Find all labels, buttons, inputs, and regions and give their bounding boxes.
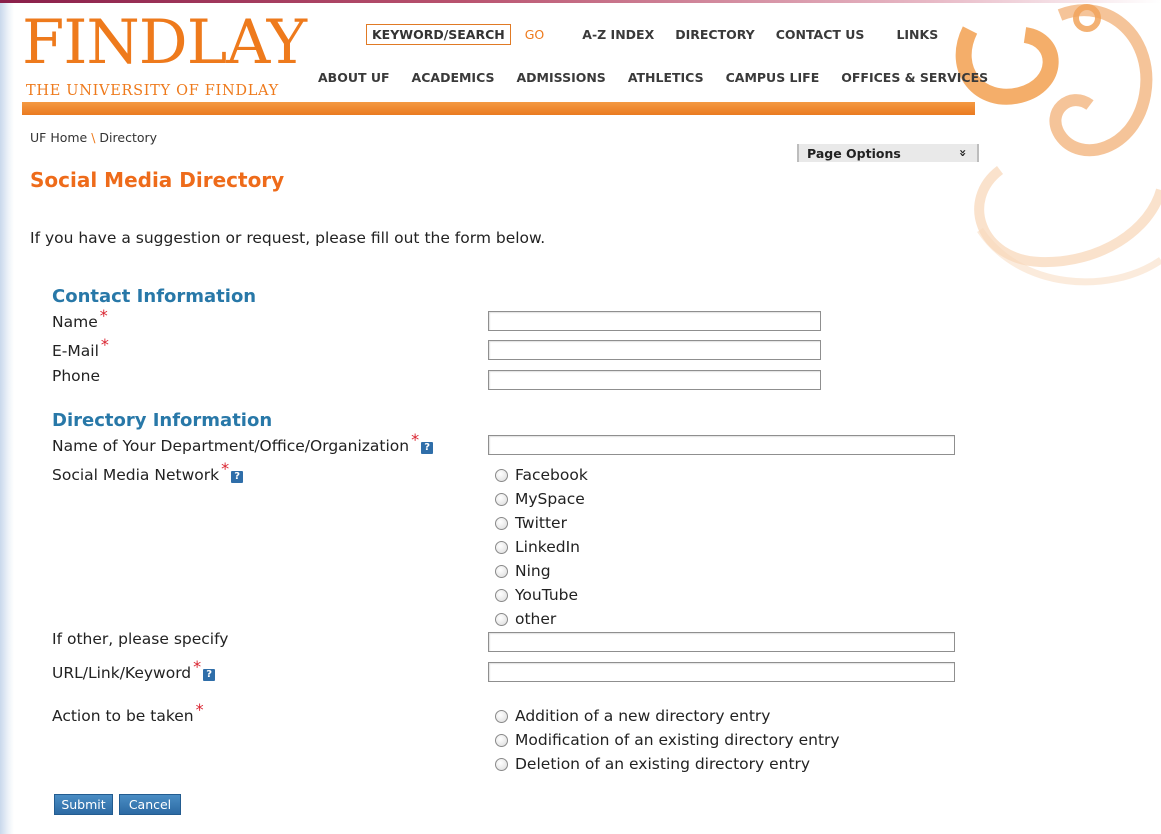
department-label: Name of Your Department/Office/Organizat… bbox=[52, 430, 434, 455]
radio-button[interactable] bbox=[495, 540, 508, 554]
radio-button[interactable] bbox=[495, 612, 508, 626]
radio-button[interactable] bbox=[495, 492, 508, 506]
required-marker: * bbox=[100, 335, 109, 354]
network-option-other[interactable]: other bbox=[495, 610, 556, 628]
action-label: Action to be taken * bbox=[52, 700, 204, 725]
radio-button[interactable] bbox=[495, 733, 508, 747]
logo-subtitle: THE UNIVERSITY OF FINDLAY bbox=[26, 83, 279, 99]
radio-button[interactable] bbox=[495, 709, 508, 723]
action-option-modification[interactable]: Modification of an existing directory en… bbox=[495, 731, 840, 749]
breadcrumb-separator: \ bbox=[91, 130, 96, 145]
radio-label: MySpace bbox=[515, 490, 585, 508]
radio-label: Addition of a new directory entry bbox=[515, 707, 771, 725]
chevron-down-icon: » bbox=[956, 149, 971, 157]
action-option-addition[interactable]: Addition of a new directory entry bbox=[495, 707, 770, 725]
nav-az-index[interactable]: A-Z INDEX bbox=[582, 27, 654, 42]
required-marker: * bbox=[221, 459, 230, 478]
page-title: Social Media Directory bbox=[30, 168, 285, 192]
nav-directory[interactable]: DIRECTORY bbox=[675, 27, 755, 42]
other-network-field[interactable] bbox=[488, 632, 955, 652]
page-options-label: Page Options bbox=[807, 145, 901, 161]
radio-label: other bbox=[515, 610, 557, 628]
go-button[interactable]: GO bbox=[525, 27, 545, 42]
nav-links[interactable]: LINKS bbox=[896, 27, 938, 42]
breadcrumb: UF Home \ Directory bbox=[30, 130, 157, 145]
nav-campus-life[interactable]: CAMPUS LIFE bbox=[726, 70, 820, 85]
intro-text: If you have a suggestion or request, ple… bbox=[30, 229, 546, 247]
network-option-linkedin[interactable]: LinkedIn bbox=[495, 538, 580, 556]
action-option-deletion[interactable]: Deletion of an existing directory entry bbox=[495, 755, 810, 773]
cancel-button[interactable]: Cancel bbox=[119, 794, 181, 815]
nav-offices-services[interactable]: OFFICES & SERVICES bbox=[841, 70, 988, 85]
nav-about-uf[interactable]: ABOUT UF bbox=[318, 70, 390, 85]
radio-label: Facebook bbox=[515, 466, 588, 484]
department-field[interactable] bbox=[488, 435, 955, 455]
logo-wordmark: FINDLAY bbox=[22, 7, 307, 78]
help-icon[interactable]: ? bbox=[231, 471, 244, 483]
url-label-text: URL/Link/Keyword bbox=[52, 664, 192, 682]
phone-label: Phone bbox=[52, 367, 101, 385]
radio-button[interactable] bbox=[495, 757, 508, 771]
keyword-search-box[interactable]: KEYWORD/SEARCH bbox=[366, 23, 511, 45]
breadcrumb-current: Directory bbox=[99, 130, 158, 145]
radio-button[interactable] bbox=[495, 588, 508, 602]
radio-label: Twitter bbox=[515, 514, 567, 532]
nav-contact-us[interactable]: CONTACT US bbox=[776, 27, 865, 42]
university-logo[interactable]: FINDLAY THE UNIVERSITY OF FINDLAY bbox=[22, 8, 307, 103]
breadcrumb-home[interactable]: UF Home bbox=[30, 130, 87, 145]
network-option-myspace[interactable]: MySpace bbox=[495, 490, 585, 508]
required-marker: * bbox=[411, 430, 420, 449]
utility-nav: KEYWORD/SEARCH GO A-Z INDEX DIRECTORY CO… bbox=[366, 22, 938, 46]
directory-section-title: Directory Information bbox=[52, 410, 273, 431]
main-nav: ABOUT UF ACADEMICS ADMISSIONS ATHLETICS … bbox=[318, 66, 988, 88]
help-icon[interactable]: ? bbox=[203, 669, 216, 681]
radio-label: Deletion of an existing directory entry bbox=[515, 755, 811, 773]
url-label: URL/Link/Keyword *? bbox=[52, 657, 216, 682]
network-label-text: Social Media Network bbox=[52, 466, 220, 484]
submit-button[interactable]: Submit bbox=[54, 794, 113, 815]
url-field[interactable] bbox=[488, 662, 955, 682]
nav-athletics[interactable]: ATHLETICS bbox=[628, 70, 704, 85]
email-label: E-Mail * bbox=[52, 335, 109, 360]
network-option-ning[interactable]: Ning bbox=[495, 562, 551, 580]
radio-label: Modification of an existing directory en… bbox=[515, 731, 840, 749]
radio-button[interactable] bbox=[495, 564, 508, 578]
phone-field[interactable] bbox=[488, 370, 821, 390]
department-label-text: Name of Your Department/Office/Organizat… bbox=[52, 437, 410, 455]
name-label-text: Name bbox=[52, 313, 98, 331]
required-marker: * bbox=[195, 700, 204, 719]
radio-button[interactable] bbox=[495, 516, 508, 530]
nav-admissions[interactable]: ADMISSIONS bbox=[516, 70, 605, 85]
name-label: Name * bbox=[52, 306, 108, 331]
header-orange-bar bbox=[22, 102, 975, 115]
other-label: If other, please specify bbox=[52, 630, 229, 648]
network-label: Social Media Network *? bbox=[52, 459, 244, 484]
required-marker: * bbox=[193, 657, 202, 676]
radio-button[interactable] bbox=[495, 468, 508, 482]
required-marker: * bbox=[99, 306, 108, 325]
network-option-twitter[interactable]: Twitter bbox=[495, 514, 567, 532]
network-option-facebook[interactable]: Facebook bbox=[495, 466, 588, 484]
email-label-text: E-Mail bbox=[52, 342, 99, 360]
radio-label: Ning bbox=[515, 562, 551, 580]
action-label-text: Action to be taken bbox=[52, 707, 194, 725]
contact-section-title: Contact Information bbox=[52, 286, 257, 307]
name-field[interactable] bbox=[488, 311, 821, 331]
network-option-youtube[interactable]: YouTube bbox=[495, 586, 578, 604]
radio-label: YouTube bbox=[515, 586, 579, 604]
radio-label: LinkedIn bbox=[515, 538, 580, 556]
email-field[interactable] bbox=[488, 340, 821, 360]
page-options-dropdown[interactable]: Page Options » bbox=[797, 144, 979, 162]
left-edge-glow bbox=[0, 0, 14, 834]
nav-academics[interactable]: ACADEMICS bbox=[412, 70, 495, 85]
help-icon[interactable]: ? bbox=[421, 442, 434, 454]
